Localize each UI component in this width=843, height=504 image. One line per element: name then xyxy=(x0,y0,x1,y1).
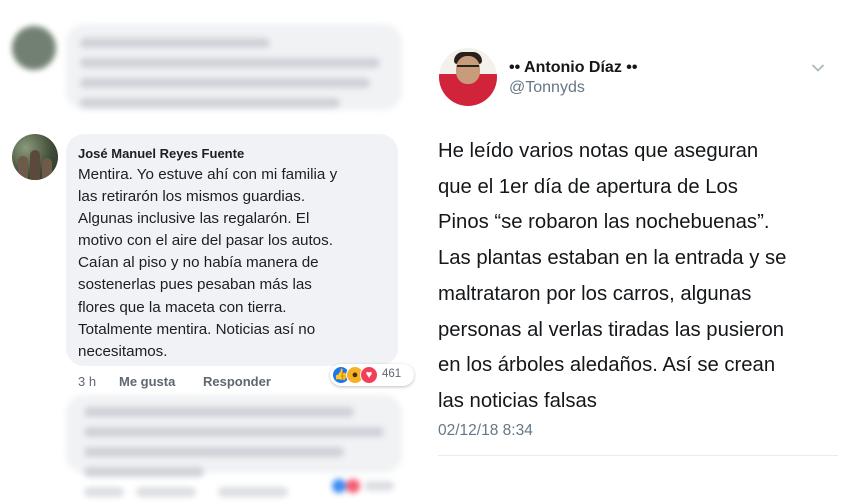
blurred-avatar xyxy=(12,26,56,70)
commenter-avatar[interactable] xyxy=(12,134,58,180)
reply-button[interactable]: Responder xyxy=(203,374,271,389)
tweet-line: maltrataron por los carros, algunas xyxy=(438,282,752,305)
tweet-line: que el 1er día de apertura de Los xyxy=(438,175,738,198)
tweet-line: He leído varios notas que aseguran xyxy=(438,140,759,162)
tweet-line: Pinos “se robaron las nochebuenas”. xyxy=(438,211,770,234)
tweet-divider xyxy=(438,455,838,456)
tweet-line: personas al verlas tiradas las pusieron xyxy=(438,318,785,341)
tweet-author-avatar[interactable] xyxy=(439,48,497,106)
comment-line: Caían al piso y no había manera de xyxy=(78,254,319,272)
tweet-handle[interactable]: @Tonnyds xyxy=(509,79,585,97)
comment-line: las retirarón los mismos guardias. xyxy=(78,188,306,206)
chevron-down-icon[interactable] xyxy=(810,60,826,76)
comment-line: Mentira. Yo estuve ahí con mi familia y xyxy=(78,166,338,183)
comment-line: sostenerlas pues pesaban más las xyxy=(78,276,312,294)
blurred-previous-comment xyxy=(0,0,420,112)
tweet-line: en los árboles aledaños. Así se crean xyxy=(438,354,776,377)
blurred-next-comment xyxy=(0,395,420,504)
comment-bubble: José Manuel Reyes Fuente Mentira. Yo est… xyxy=(66,134,398,366)
reaction-summary[interactable]: 👍 ● ♥ 461 xyxy=(330,364,414,386)
tweet-line: las noticias falsas xyxy=(438,389,597,412)
comment-line: necesitamos. xyxy=(78,342,168,360)
like-button[interactable]: Me gusta xyxy=(119,374,175,389)
comment-author[interactable]: José Manuel Reyes Fuente xyxy=(78,146,244,161)
comment-text: Mentira. Yo estuve ahí con mi familia y … xyxy=(78,164,393,363)
reaction-count: 461 xyxy=(382,368,402,380)
tweet-line: Las plantas estaban en la entrada y se xyxy=(438,247,787,270)
love-icon: ♥ xyxy=(360,366,378,384)
comment-time[interactable]: 3 h xyxy=(78,374,96,389)
comment-line: Algunas inclusive las regalarón. El xyxy=(78,210,310,228)
comment-line: flores que la maceta con tierra. xyxy=(78,298,287,316)
comment-line: Totalmente mentira. Noticias así no xyxy=(78,320,316,338)
tweet-text: He leído varios notas que aseguran que e… xyxy=(438,134,838,420)
comment-line: motivo con el aire del pasar los autos. xyxy=(78,232,333,250)
tweet-timestamp[interactable]: 02/12/18 8:34 xyxy=(438,422,533,440)
tweet-card: •• Antonio Díaz •• @Tonnyds He leído var… xyxy=(425,32,843,472)
tweet-display-name[interactable]: •• Antonio Díaz •• xyxy=(509,59,637,77)
